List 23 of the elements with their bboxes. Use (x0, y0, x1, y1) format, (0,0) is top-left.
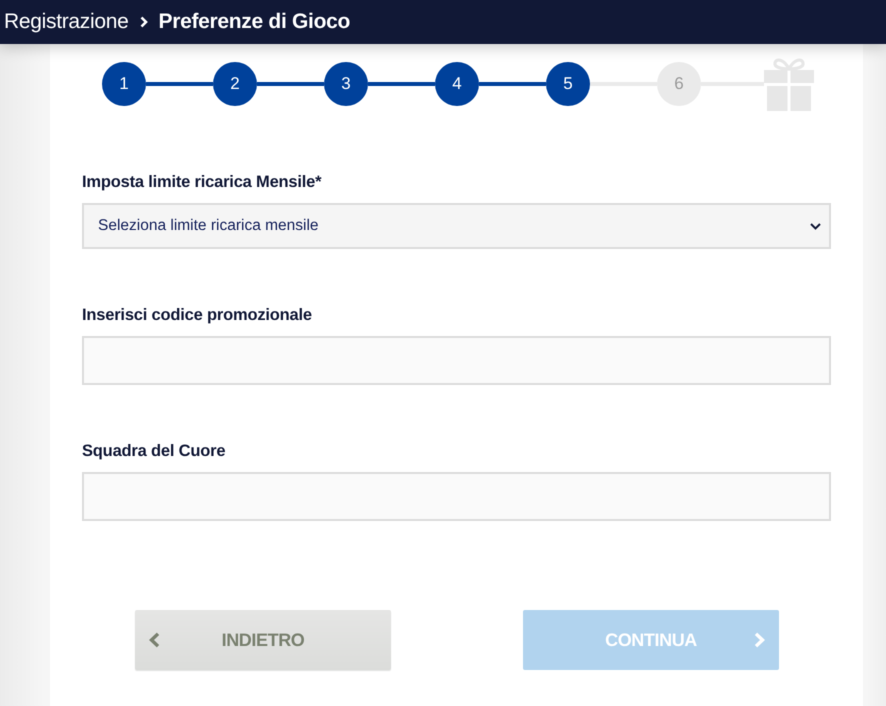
step-connector (368, 82, 435, 86)
gift-icon (764, 57, 814, 111)
step-indicator: 5 (546, 62, 590, 106)
step-connector (479, 82, 546, 86)
step-connector (257, 82, 324, 86)
step-connector (146, 82, 213, 86)
text-input-field[interactable] (82, 336, 831, 385)
chevron-left-icon (148, 632, 160, 648)
breadcrumb-item[interactable]: Registrazione (4, 9, 128, 35)
chevron-right-icon (754, 632, 766, 648)
text-input-field[interactable] (82, 472, 831, 521)
chevron-down-icon (810, 222, 821, 230)
step-indicator: 1 (102, 62, 146, 106)
step-indicator: 2 (213, 62, 257, 106)
select-field[interactable]: Seleziona limite ricarica mensile (82, 203, 831, 249)
step-indicator: 4 (435, 62, 479, 106)
step-indicator: 3 (324, 62, 368, 106)
chevron-right-icon (140, 16, 148, 28)
field-label: Imposta limite ricarica Mensile* (82, 172, 322, 193)
field-label: Squadra del Cuore (82, 441, 226, 462)
breadcrumb-item: Preferenze di Gioco (158, 9, 350, 35)
field-label: Inserisci codice promozionale (82, 305, 312, 326)
step-indicator: 6 (657, 62, 701, 106)
